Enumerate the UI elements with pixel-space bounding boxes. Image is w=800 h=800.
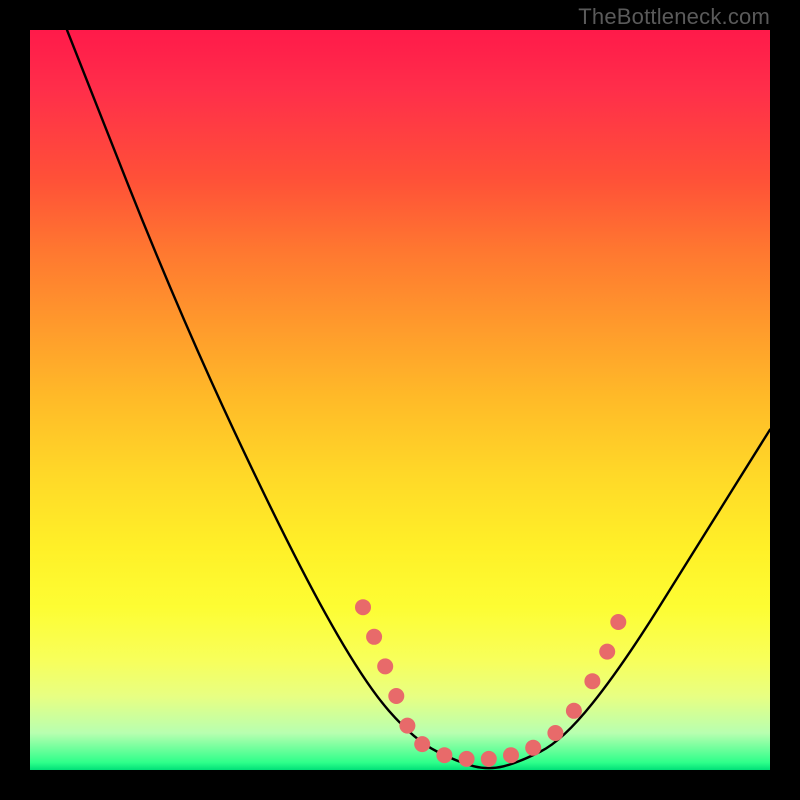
gradient-plot-area bbox=[30, 30, 770, 770]
chart-container: TheBottleneck.com bbox=[0, 0, 800, 800]
watermark-text: TheBottleneck.com bbox=[578, 4, 770, 30]
